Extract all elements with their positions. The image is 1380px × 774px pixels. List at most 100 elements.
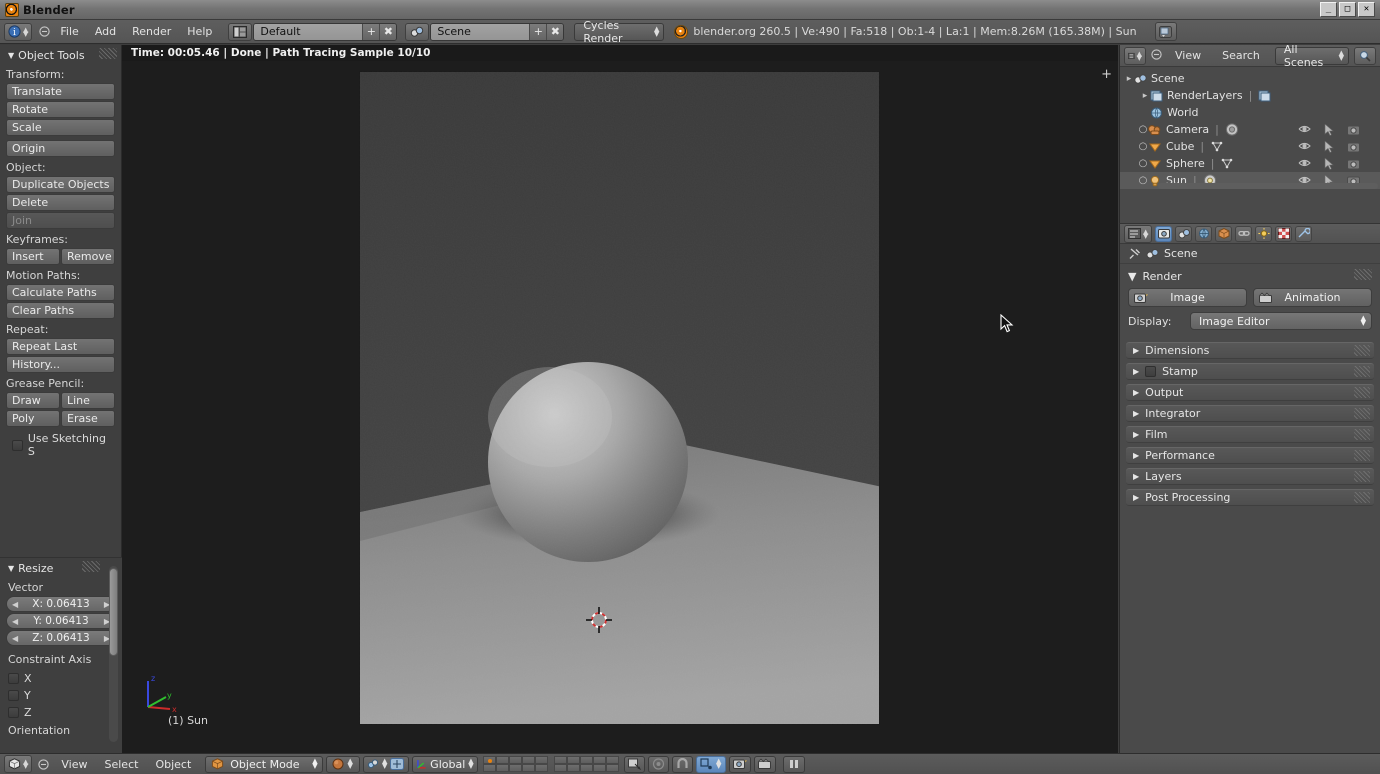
- expander-icon[interactable]: ▸: [1124, 74, 1134, 84]
- cursor-arrow-icon[interactable]: [1324, 140, 1334, 153]
- calculate-paths-button[interactable]: Calculate Paths: [6, 284, 115, 301]
- panel-post-processing[interactable]: ▶ Post Processing: [1126, 489, 1374, 506]
- resize-z-field[interactable]: ◀ Z: 0.06413 ▶: [6, 630, 116, 646]
- stamp-checkbox[interactable]: [1145, 366, 1157, 377]
- gp-line-button[interactable]: Line: [61, 392, 115, 409]
- display-mode-selector[interactable]: Image Editor ▲ ▼: [1190, 312, 1372, 330]
- outliner-scrollbar[interactable]: [1158, 183, 1378, 189]
- transform-orientation-selector[interactable]: Global ▲ ▼: [411, 755, 478, 773]
- panel-film[interactable]: ▶ Film: [1126, 426, 1374, 443]
- delete-scene-button[interactable]: ✖: [546, 23, 564, 40]
- layer-cell[interactable]: [605, 764, 619, 772]
- view3d-menu-object[interactable]: Object: [148, 757, 198, 772]
- constraint-axis-z[interactable]: Z: [0, 702, 122, 719]
- tab-data[interactable]: [1255, 225, 1273, 242]
- gp-erase-button[interactable]: Erase: [61, 410, 115, 427]
- layer-cell[interactable]: [495, 756, 509, 764]
- expander-icon[interactable]: ▸: [1140, 91, 1150, 101]
- tab-modifier[interactable]: [1295, 225, 1313, 242]
- editor-type-selector[interactable]: i ▲ ▼: [4, 22, 33, 41]
- render-panel-header[interactable]: ▼ Render: [1120, 268, 1380, 285]
- render-image-button[interactable]: Image: [1128, 288, 1247, 307]
- snap-toggle-button[interactable]: [671, 755, 693, 773]
- render-camera-icon[interactable]: [1347, 141, 1360, 153]
- layer-cell[interactable]: [566, 756, 580, 764]
- expander-icon[interactable]: ○: [1138, 141, 1148, 152]
- view3d-menu-view[interactable]: View: [54, 757, 94, 772]
- screen-layout-icon[interactable]: [228, 22, 253, 41]
- camera-data-icon[interactable]: [1225, 123, 1239, 136]
- tab-object[interactable]: [1215, 225, 1233, 242]
- chevron-left-icon[interactable]: ◀: [12, 634, 18, 643]
- scale-button[interactable]: Scale: [6, 119, 115, 136]
- layer-group-top[interactable]: [482, 756, 548, 772]
- operator-panel-scrollbar[interactable]: [109, 566, 118, 742]
- layer-cell[interactable]: [592, 756, 606, 764]
- cursor-arrow-icon[interactable]: [1324, 157, 1334, 170]
- constraint-axis-x[interactable]: X: [0, 668, 122, 685]
- layer-cell[interactable]: [534, 764, 548, 772]
- collapse-menus-icon[interactable]: [35, 758, 51, 770]
- mesh-data-icon[interactable]: [1210, 141, 1224, 153]
- menu-help[interactable]: Help: [179, 23, 220, 40]
- gp-draw-button[interactable]: Draw: [6, 392, 60, 409]
- proportional-edit-button[interactable]: [647, 755, 669, 773]
- layer-cell[interactable]: [508, 756, 522, 764]
- layer-cell[interactable]: [553, 764, 567, 772]
- layer-cell[interactable]: [605, 756, 619, 764]
- layer-cell[interactable]: [592, 764, 606, 772]
- use-sketching-sessions-checkbox[interactable]: Use Sketching S: [6, 428, 115, 458]
- outliner-row-camera[interactable]: ○ Camera |: [1120, 121, 1380, 138]
- resize-panel-header[interactable]: ▼ Resize: [0, 558, 122, 578]
- eye-icon[interactable]: [1298, 141, 1311, 151]
- outliner-menu-view[interactable]: View: [1167, 47, 1209, 64]
- mesh-data-icon[interactable]: [1220, 158, 1234, 170]
- constraint-axis-y[interactable]: Y: [0, 685, 122, 702]
- viewport-3d[interactable]: Time: 00:05.46 | Done | Path Tracing Sam…: [122, 45, 1118, 753]
- pivot-point-selector[interactable]: ▲ ▼: [362, 755, 409, 773]
- eye-icon[interactable]: [1298, 124, 1311, 134]
- minimize-button[interactable]: _: [1320, 2, 1337, 17]
- panel-stamp[interactable]: ▶ Stamp: [1126, 363, 1374, 380]
- render-animation-button[interactable]: Animation: [1253, 288, 1372, 307]
- tab-render[interactable]: [1155, 225, 1173, 242]
- tab-constraints[interactable]: [1235, 225, 1253, 242]
- renderlayer-data-icon[interactable]: [1258, 90, 1271, 102]
- origin-button[interactable]: Origin: [6, 140, 115, 157]
- menu-render[interactable]: Render: [124, 23, 179, 40]
- scene-data-icon[interactable]: [405, 22, 430, 41]
- duplicate-objects-button[interactable]: Duplicate Objects: [6, 176, 115, 193]
- translate-button[interactable]: Translate: [6, 83, 115, 100]
- eye-icon[interactable]: [1298, 158, 1311, 168]
- manipulator-icon[interactable]: [390, 758, 405, 770]
- render-animation-shortcut-button[interactable]: [753, 755, 776, 773]
- render-camera-icon[interactable]: [1347, 158, 1360, 170]
- render-camera-icon[interactable]: [1347, 124, 1360, 136]
- delete-button[interactable]: Delete: [6, 194, 115, 211]
- plus-icon[interactable]: +: [1101, 67, 1112, 82]
- render-border-button[interactable]: [623, 755, 645, 773]
- viewport-shading-selector[interactable]: ▲ ▼: [325, 755, 360, 773]
- add-scene-button[interactable]: +: [529, 23, 547, 40]
- outliner-display-mode[interactable]: All Scenes ▲ ▼: [1274, 43, 1349, 69]
- expander-icon[interactable]: ○: [1138, 158, 1148, 169]
- resize-x-field[interactable]: ◀ X: 0.06413 ▶: [6, 596, 116, 612]
- layer-cell[interactable]: [534, 756, 548, 764]
- gp-poly-button[interactable]: Poly: [6, 410, 60, 427]
- remove-keyframe-button[interactable]: Remove: [61, 248, 115, 265]
- panel-integrator[interactable]: ▶ Integrator: [1126, 405, 1374, 422]
- interaction-mode-selector[interactable]: Object Mode ▲ ▼: [205, 755, 323, 773]
- layer-cell[interactable]: [482, 764, 496, 772]
- screen-layout-selector[interactable]: Default + ✖: [253, 22, 398, 41]
- tab-texture[interactable]: [1275, 225, 1293, 242]
- outliner-row-scene[interactable]: ▸ Scene: [1120, 70, 1380, 87]
- pause-button[interactable]: [782, 755, 805, 773]
- repeat-last-button[interactable]: Repeat Last: [6, 338, 115, 355]
- expander-icon[interactable]: ○: [1138, 124, 1148, 135]
- outliner-row-world[interactable]: World: [1120, 104, 1380, 121]
- layer-cell[interactable]: [482, 756, 496, 764]
- pin-icon[interactable]: [1128, 247, 1141, 260]
- outliner-menu-search[interactable]: Search: [1214, 47, 1268, 64]
- render-engine-selector[interactable]: Cycles Render ▲ ▼: [574, 19, 665, 45]
- history-button[interactable]: History...: [6, 356, 115, 373]
